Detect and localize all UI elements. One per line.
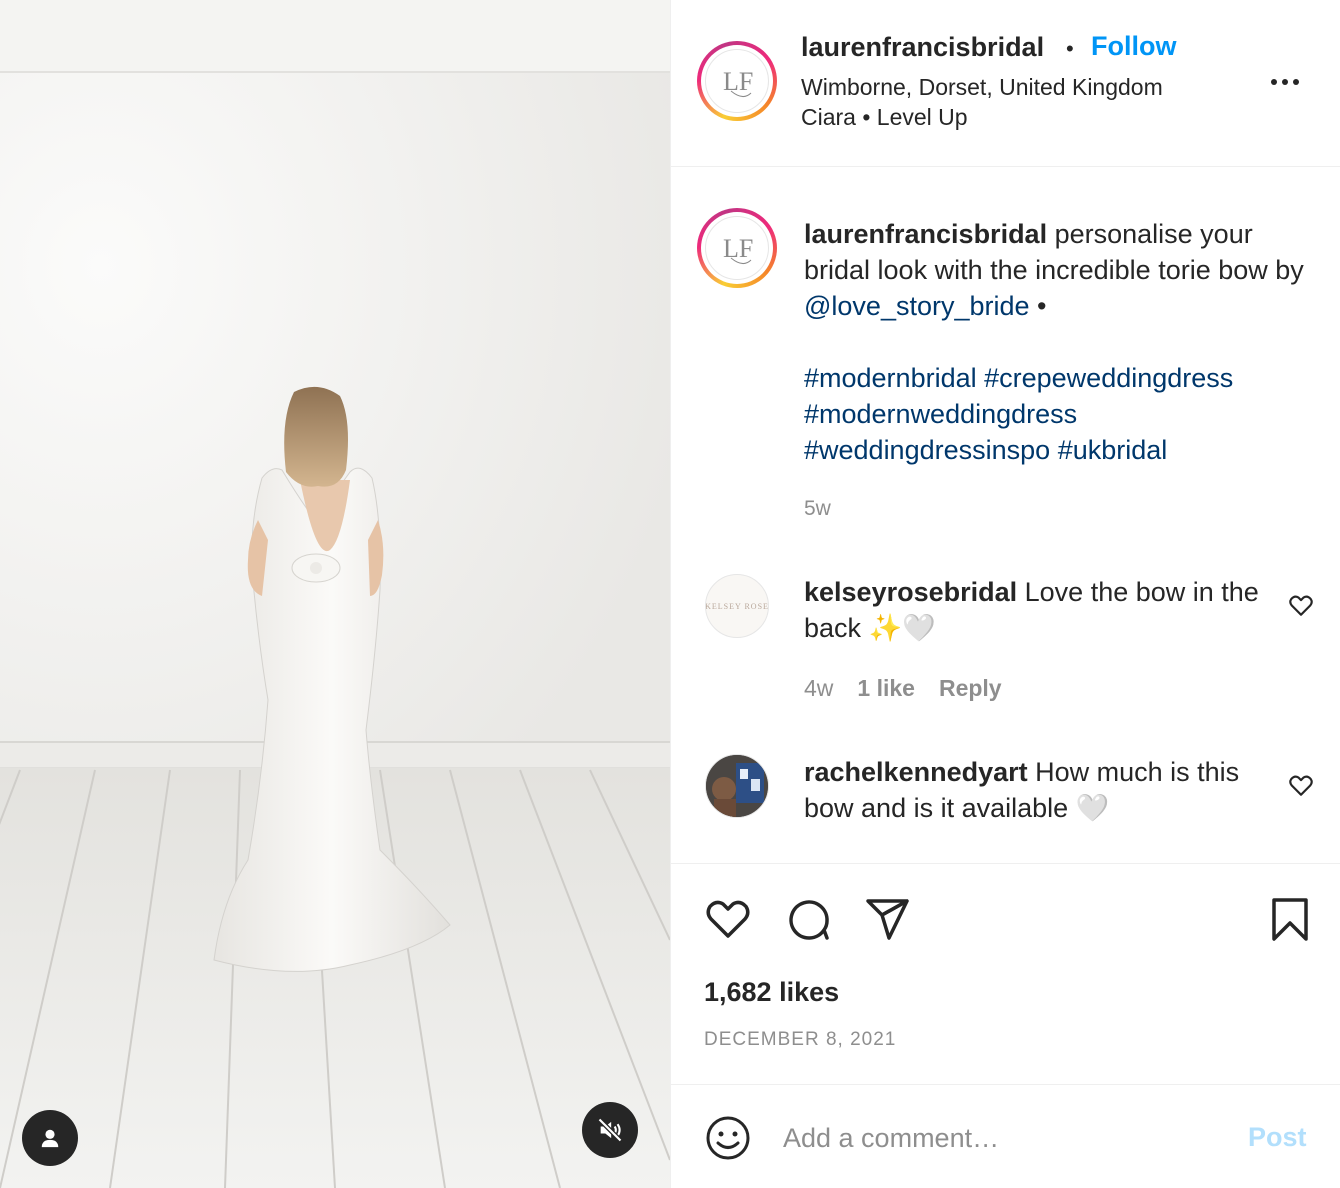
hashtag-link[interactable]: #modernbridal — [804, 363, 977, 393]
caption-timestamp[interactable]: 5w — [804, 497, 831, 521]
post-location[interactable]: Wimborne, Dorset, United Kingdom — [801, 74, 1163, 101]
reply-button[interactable]: Reply — [939, 675, 1002, 702]
post-actions: 1,682 likes DECEMBER 8, 2021 — [671, 865, 1340, 1085]
comment-timestamp[interactable]: 4w — [804, 675, 833, 702]
author-avatar[interactable]: LF — [697, 41, 777, 121]
comment-likes-count[interactable]: 1 like — [857, 675, 915, 702]
caption-mention-link[interactable]: @love_story_bride — [804, 291, 1030, 321]
svg-text:LF: LF — [723, 234, 753, 263]
tagged-users-button[interactable] — [22, 1110, 78, 1166]
hashtag-link[interactable]: #modernweddingdress — [804, 399, 1077, 429]
comment-text: kelseyrosebridal Love the bow in the bac… — [804, 574, 1274, 646]
likes-count[interactable]: 1,682 likes — [704, 977, 839, 1008]
hashtag-link[interactable]: #weddingdressinspo — [804, 435, 1050, 465]
heart-icon[interactable] — [704, 895, 752, 943]
commenter-avatar[interactable]: KELSEY ROSE — [705, 574, 769, 638]
post-comment-button[interactable]: Post — [1248, 1122, 1307, 1153]
comment-like-heart-icon[interactable] — [1288, 592, 1314, 618]
caption-author-avatar[interactable]: LF — [697, 208, 777, 288]
speaker-muted-icon — [597, 1117, 623, 1143]
caption-hashtags: #modernbridal #crepeweddingdress #modern… — [804, 360, 1324, 468]
comment-username[interactable]: kelseyrosebridal — [804, 577, 1017, 607]
brand-monogram-logo: LF — [723, 67, 753, 97]
comment-username[interactable]: rachelkennedyart — [804, 757, 1028, 787]
follow-button[interactable]: Follow — [1091, 31, 1176, 62]
comment-meta: 4w 1 like Reply — [804, 675, 1002, 702]
caption-text: laurenfrancisbridal personalise your bri… — [804, 216, 1324, 324]
comment-bubble-icon[interactable] — [784, 895, 832, 943]
comment-like-heart-icon[interactable] — [1288, 772, 1314, 798]
post-audio[interactable]: Ciara • Level Up — [801, 104, 968, 131]
comment-input[interactable] — [783, 1116, 1213, 1160]
caption-body-end: • — [1029, 291, 1047, 321]
comments-list[interactable]: LF laurenfrancisbridal personalise your … — [671, 168, 1340, 864]
bookmark-icon[interactable] — [1266, 895, 1314, 943]
commenter-logo-text: KELSEY ROSE — [705, 601, 769, 611]
comment-composer: Post — [671, 1086, 1340, 1188]
post-media[interactable] — [0, 0, 670, 1188]
svg-text:LF: LF — [723, 67, 753, 96]
brand-monogram-logo: LF — [723, 234, 753, 264]
hashtag-link[interactable]: #ukbridal — [1058, 435, 1168, 465]
author-username[interactable]: laurenfrancisbridal — [801, 32, 1044, 63]
hashtag-link[interactable]: #crepeweddingdress — [984, 363, 1233, 393]
emoji-smile-icon[interactable] — [704, 1114, 752, 1162]
comment-text: rachelkennedyart How much is this bow an… — [804, 754, 1274, 826]
post-video-frame — [0, 0, 670, 1188]
caption-username[interactable]: laurenfrancisbridal — [804, 219, 1047, 249]
post-date[interactable]: DECEMBER 8, 2021 — [704, 1029, 896, 1051]
separator-dot: • — [1066, 36, 1074, 61]
commenter-photo — [706, 755, 768, 817]
post-header: LF laurenfrancisbridal • Follow Wimborne… — [671, 0, 1340, 167]
paper-plane-icon[interactable] — [864, 895, 912, 943]
post-side-panel: LF laurenfrancisbridal • Follow Wimborne… — [670, 0, 1340, 1188]
mute-toggle-button[interactable] — [582, 1102, 638, 1158]
commenter-avatar[interactable] — [705, 754, 769, 818]
user-tag-icon — [41, 1129, 59, 1148]
more-options-icon[interactable] — [1265, 68, 1305, 96]
